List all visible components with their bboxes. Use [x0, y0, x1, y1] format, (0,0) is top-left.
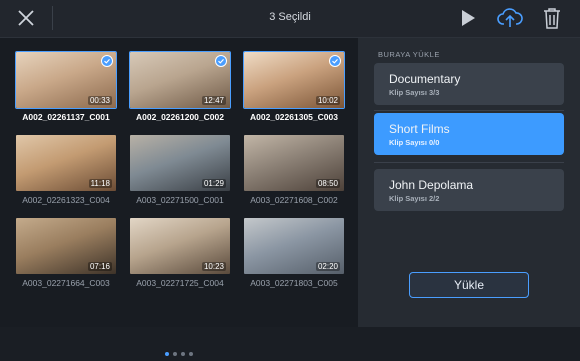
clip-name: A002_02261137_C001 [22, 112, 110, 122]
destination-name: John Depolama [389, 178, 474, 192]
clip-item[interactable]: 10:23 A003_02271725_C004 [129, 217, 231, 288]
clip-thumbnail[interactable]: 00:33 [15, 51, 117, 109]
clip-item[interactable]: 11:18 A002_02261323_C004 [15, 134, 117, 205]
page-dot[interactable] [173, 352, 177, 356]
destination-panel: BURAYA YÜKLE Documentary Klip Sayısı 3/3… [358, 38, 580, 327]
clip-name: A003_02271803_C005 [250, 278, 338, 288]
clip-duration: 12:47 [201, 96, 226, 105]
check-icon[interactable] [215, 55, 227, 67]
destination-clip-count: Klip Sayısı 2/2 [389, 194, 440, 203]
clip-item[interactable]: 08:50 A003_02271608_C002 [243, 134, 345, 205]
destination-short-films[interactable]: Short Films Klip Sayısı 0/0 [374, 113, 564, 155]
clip-thumbnail[interactable]: 10:02 [243, 51, 345, 109]
play-icon[interactable] [460, 9, 476, 27]
clip-name: A003_02271608_C002 [250, 195, 338, 205]
clip-item[interactable]: 01:29 A003_02271500_C001 [129, 134, 231, 205]
clip-item[interactable]: 02:20 A003_02271803_C005 [243, 217, 345, 288]
clip-duration: 10:23 [201, 262, 226, 271]
selection-title: 3 Seçildi [269, 11, 311, 23]
clip-name: A003_02271500_C001 [136, 195, 224, 205]
clip-thumbnail[interactable]: 11:18 [15, 134, 117, 192]
section-label: BURAYA YÜKLE [378, 50, 440, 59]
clip-duration: 02:20 [315, 262, 340, 271]
clip-thumbnail[interactable]: 08:50 [243, 134, 345, 192]
clip-duration: 01:29 [201, 179, 226, 188]
check-icon[interactable] [101, 55, 113, 67]
clip-duration: 10:02 [315, 96, 340, 105]
divider [374, 110, 564, 111]
top-bar: 3 Seçildi [0, 0, 580, 38]
page-indicator [0, 343, 358, 361]
cloud-upload-icon[interactable] [497, 7, 523, 29]
clip-thumbnail[interactable]: 10:23 [129, 217, 231, 275]
destination-clip-count: Klip Sayısı 0/0 [389, 138, 440, 147]
clip-name: A003_02271664_C003 [22, 278, 110, 288]
page-dot[interactable] [189, 352, 193, 356]
clip-item[interactable]: 12:47 A002_02261200_C002 [129, 51, 231, 122]
clip-name: A003_02271725_C004 [136, 278, 224, 288]
clip-duration: 08:50 [315, 179, 340, 188]
page-dot[interactable] [181, 352, 185, 356]
check-icon[interactable] [329, 55, 341, 67]
destination-john-depolama[interactable]: John Depolama Klip Sayısı 2/2 [374, 169, 564, 211]
trash-icon[interactable] [543, 7, 561, 29]
clip-item[interactable]: 07:16 A003_02271664_C003 [15, 217, 117, 288]
clip-grid-panel: 00:33 A002_02261137_C001 12:47 A002_0226120… [0, 38, 358, 356]
clip-duration: 00:33 [87, 96, 112, 105]
clip-item[interactable]: 00:33 A002_02261137_C001 [15, 51, 117, 122]
clip-thumbnail[interactable]: 01:29 [129, 134, 231, 192]
clip-duration: 11:18 [88, 179, 112, 188]
destination-name: Documentary [389, 72, 461, 86]
clip-item[interactable]: 10:02 A002_02261305_C003 [243, 51, 345, 122]
clip-thumbnail[interactable]: 07:16 [15, 217, 117, 275]
clip-duration: 07:16 [87, 262, 112, 271]
destination-documentary[interactable]: Documentary Klip Sayısı 3/3 [374, 63, 564, 105]
clip-thumbnail[interactable]: 12:47 [129, 51, 231, 109]
page-dot[interactable] [165, 352, 169, 356]
destination-clip-count: Klip Sayısı 3/3 [389, 88, 440, 97]
clip-name: A002_02261323_C004 [22, 195, 110, 205]
destination-name: Short Films [389, 122, 450, 136]
clip-name: A002_02261305_C003 [250, 112, 338, 122]
divider [374, 162, 564, 163]
upload-button[interactable]: Yükle [409, 272, 529, 298]
clip-thumbnail[interactable]: 02:20 [243, 217, 345, 275]
clip-name: A002_02261200_C002 [136, 112, 224, 122]
